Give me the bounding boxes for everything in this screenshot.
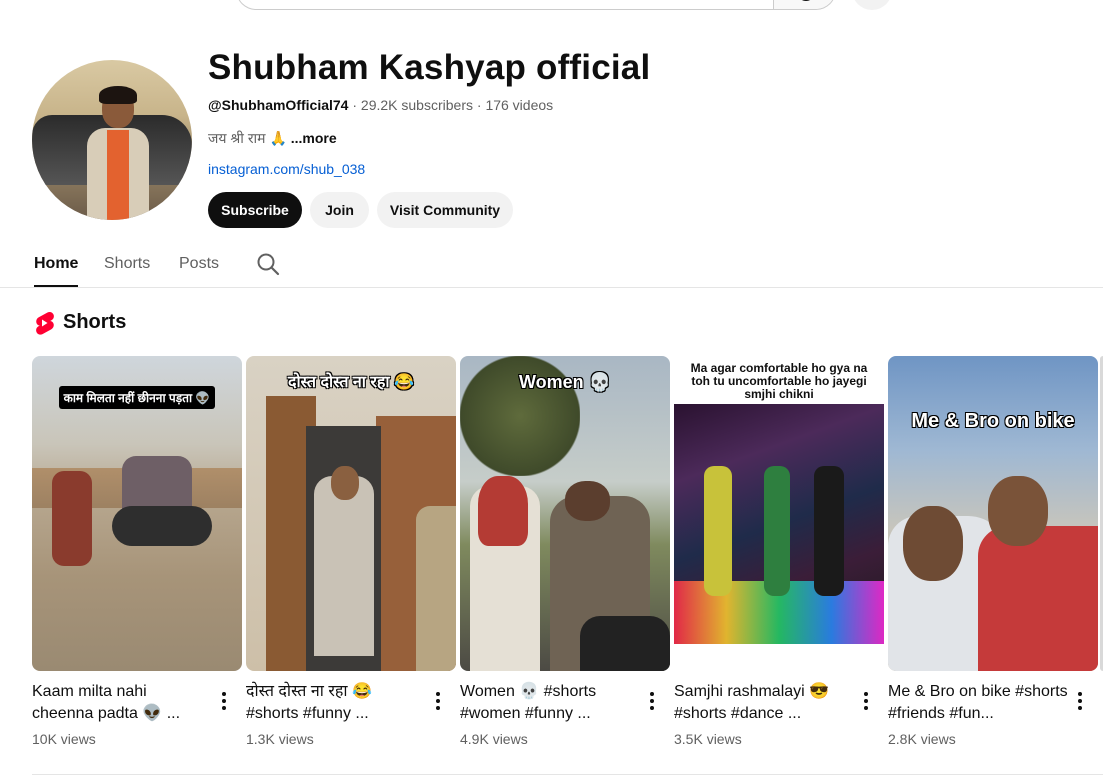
short-views: 2.8K views [888, 731, 956, 747]
channel-meta: @ShubhamOfficial74 · 29.2K subscribers ·… [208, 97, 553, 113]
channel-avatar[interactable] [32, 60, 192, 220]
short-thumbnail[interactable]: Me & Bro on bike [888, 356, 1098, 671]
short-title[interactable]: Me & Bro on bike #shorts #friends #fun..… [888, 681, 1068, 725]
search-button[interactable] [774, 0, 835, 9]
tabs-divider [0, 287, 1103, 288]
short-caption: Ma agar comfortable ho gya na toh tu unc… [690, 361, 868, 401]
more-options-icon[interactable] [854, 689, 878, 713]
section-divider [32, 774, 1103, 775]
short-thumbnail[interactable]: दोस्त दोस्त ना रहा 😂 [246, 356, 456, 671]
short-views: 4.9K views [460, 731, 528, 747]
tab-home[interactable]: Home [34, 248, 79, 287]
subscriber-count: 29.2K subscribers [360, 97, 473, 113]
more-options-icon[interactable] [640, 689, 664, 713]
short-views: 10K views [32, 731, 96, 747]
short-thumbnail[interactable]: काम मिलता नहीं छीनना पड़ता 👽 [32, 356, 242, 671]
short-title[interactable]: Kaam milta nahi cheenna padta 👽 ... [32, 681, 212, 725]
avatar-person [87, 86, 149, 220]
subscribe-button[interactable]: Subscribe [208, 192, 302, 228]
short-caption: Me & Bro on bike [911, 410, 1075, 432]
search-bar[interactable] [236, 0, 836, 10]
short-title[interactable]: दोस्त दोस्त ना रहा 😂 #shorts #funny ... [246, 681, 426, 725]
join-button[interactable]: Join [310, 192, 369, 228]
short-card[interactable]: Me & Bro on bike Me & Bro on bike #short… [888, 356, 1098, 747]
channel-external-link[interactable]: instagram.com/shub_038 [208, 161, 365, 177]
short-views: 1.3K views [246, 731, 314, 747]
search-icon[interactable] [256, 252, 280, 276]
more-options-icon[interactable] [212, 689, 236, 713]
short-caption: काम मिलता नहीं छीनना पड़ता 👽 [58, 386, 216, 409]
short-title[interactable]: Women 💀 #shorts #women #funny ... [460, 681, 640, 725]
channel-description[interactable]: जय श्री राम 🙏 ...more [208, 129, 337, 148]
channel-name: Shubham Kashyap official [208, 48, 651, 87]
short-thumbnail[interactable]: Ma agar comfortable ho gya na toh tu unc… [674, 356, 884, 671]
meta-separator: · [352, 97, 361, 113]
more-options-icon[interactable] [1068, 689, 1092, 713]
more-options-icon[interactable] [426, 689, 450, 713]
short-views: 3.5K views [674, 731, 742, 747]
description-text: जय श्री राम 🙏 [208, 130, 287, 146]
short-caption: Women 💀 [518, 372, 612, 392]
video-count: 176 videos [485, 97, 554, 113]
short-card[interactable]: काम मिलता नहीं छीनना पड़ता 👽 Kaam milta … [32, 356, 242, 747]
tab-posts[interactable]: Posts [179, 248, 219, 286]
shorts-icon [36, 311, 54, 335]
voice-search-button[interactable] [852, 0, 892, 10]
short-card[interactable]: Women 💀 Women 💀 #shorts #women #funny ..… [460, 356, 670, 747]
short-title[interactable]: Samjhi rashmalayi 😎 #shorts #dance ... [674, 681, 854, 725]
channel-handle[interactable]: @ShubhamOfficial74 [208, 97, 348, 113]
more-link[interactable]: ...more [291, 130, 337, 146]
short-card[interactable]: दोस्त दोस्त ना रहा 😂 दोस्त दोस्त ना रहा … [246, 356, 456, 747]
section-title: Shorts [63, 311, 127, 333]
short-caption: दोस्त दोस्त ना रहा 😂 [288, 374, 414, 391]
short-card[interactable]: Ma agar comfortable ho gya na toh tu unc… [674, 356, 884, 747]
visit-community-button[interactable]: Visit Community [377, 192, 513, 228]
search-icon [801, 0, 811, 1]
short-thumbnail[interactable]: Women 💀 [460, 356, 670, 671]
tab-shorts[interactable]: Shorts [104, 248, 150, 286]
